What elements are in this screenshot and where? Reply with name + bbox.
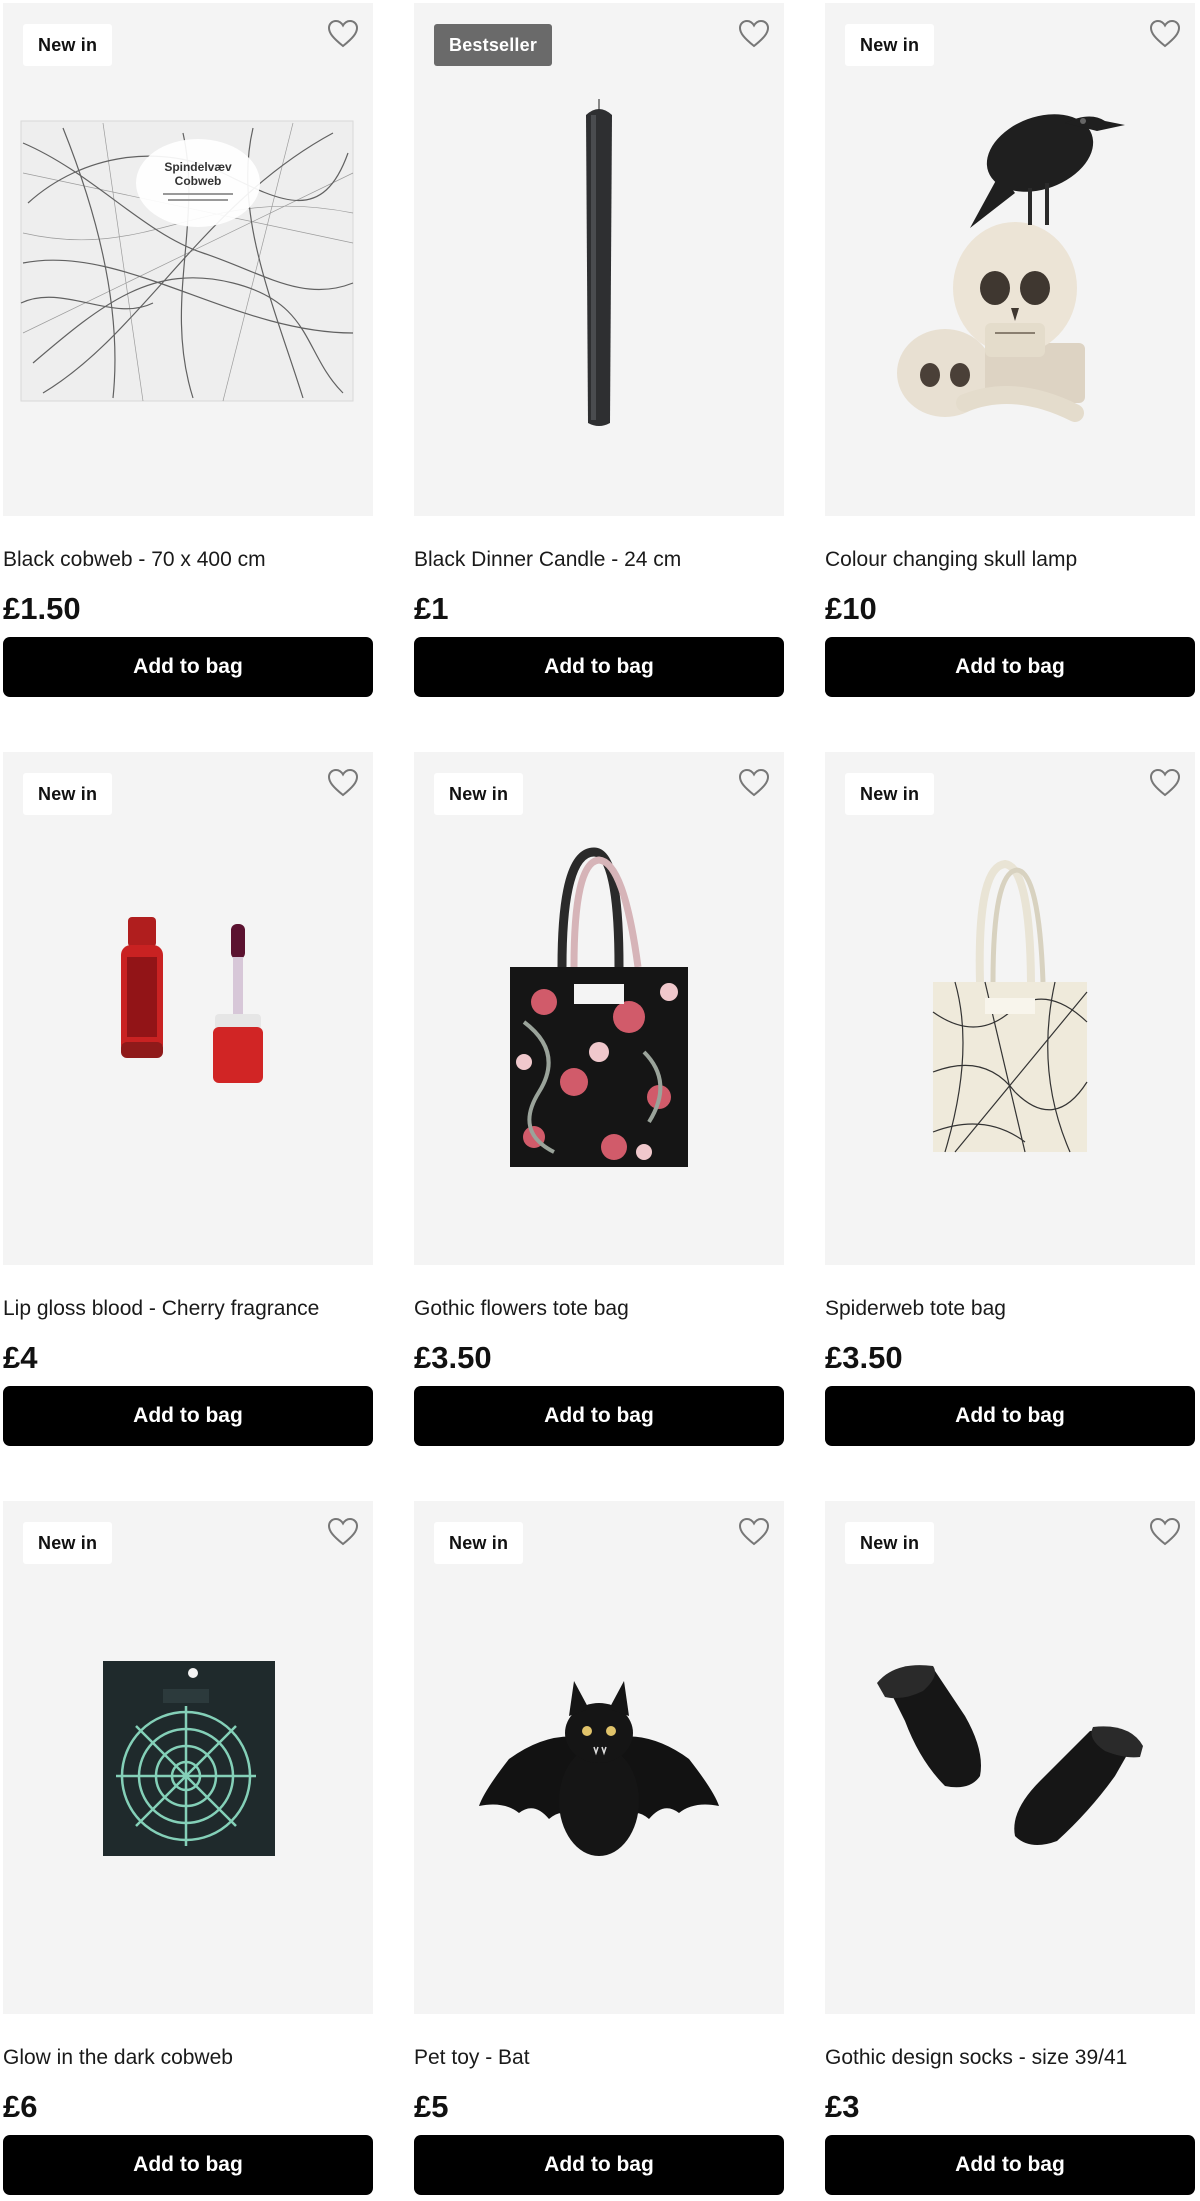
product-card[interactable]: New in Gothic flowers tote bag £3.50 Add… <box>414 752 784 1452</box>
lip-gloss-image <box>121 917 263 1083</box>
product-title[interactable]: Black cobweb - 70 x 400 cm <box>3 548 373 572</box>
heart-icon[interactable] <box>738 768 770 798</box>
add-to-bag-button[interactable]: Add to bag <box>3 2135 373 2195</box>
product-image-area[interactable]: New in <box>414 1501 784 2014</box>
product-price: £3 <box>825 2089 860 2124</box>
product-image-area[interactable]: New in <box>825 3 1195 516</box>
add-to-bag-button[interactable]: Add to bag <box>825 1386 1195 1446</box>
product-price: £10 <box>825 591 877 626</box>
add-to-bag-button[interactable]: Add to bag <box>414 637 784 697</box>
product-card[interactable]: New in Pet toy - Bat £5 Add to bag <box>414 1501 784 2201</box>
new-in-badge: New in <box>23 773 113 815</box>
product-price: £4 <box>3 1340 38 1375</box>
candle-image <box>586 99 612 426</box>
skull-lamp-image <box>897 114 1125 422</box>
heart-icon[interactable] <box>738 19 770 49</box>
product-title[interactable]: Pet toy - Bat <box>414 2046 784 2070</box>
product-card[interactable]: Bestseller Black Dinner Candle - 24 cm £… <box>414 3 784 703</box>
new-in-badge: New in <box>845 24 935 66</box>
product-price: £5 <box>414 2089 449 2124</box>
product-card[interactable]: New in Lip gloss blood - Cherry fragranc… <box>3 752 373 1452</box>
heart-icon[interactable] <box>738 1517 770 1547</box>
heart-icon[interactable] <box>1149 19 1181 49</box>
product-price: £3.50 <box>414 1340 492 1375</box>
product-image-area[interactable]: New in <box>825 752 1195 1265</box>
heart-icon[interactable] <box>1149 1517 1181 1547</box>
add-to-bag-button[interactable]: Add to bag <box>825 637 1195 697</box>
product-title[interactable]: Lip gloss blood - Cherry fragrance <box>3 1297 373 1321</box>
new-in-badge: New in <box>434 1522 524 1564</box>
glow-cobweb-image <box>103 1661 275 1856</box>
svg-text:Spindelvæv: Spindelvæv <box>164 160 232 174</box>
heart-icon[interactable] <box>327 1517 359 1547</box>
product-card[interactable]: New in Gothic design socks - size 39/41 … <box>825 1501 1195 2201</box>
product-card[interactable]: New in Glow in the dark cobweb £6 Add to… <box>3 1501 373 2201</box>
product-image-area[interactable]: New in <box>414 752 784 1265</box>
new-in-badge: New in <box>23 1522 113 1564</box>
add-to-bag-button[interactable]: Add to bag <box>825 2135 1195 2195</box>
heart-icon[interactable] <box>327 19 359 49</box>
product-image-area[interactable]: Spindelvæv Cobweb New in <box>3 3 373 516</box>
product-card[interactable]: New in Spiderweb tote bag £3.50 Add to b… <box>825 752 1195 1452</box>
product-card[interactable]: New in Colour changing skull lamp £10 Ad… <box>825 3 1195 703</box>
product-price: £3.50 <box>825 1340 903 1375</box>
heart-icon[interactable] <box>327 768 359 798</box>
bestseller-badge: Bestseller <box>434 24 553 66</box>
product-price: £1.50 <box>3 591 81 626</box>
product-image-area[interactable]: New in <box>825 1501 1195 2014</box>
product-title[interactable]: Glow in the dark cobweb <box>3 2046 373 2070</box>
product-title[interactable]: Spiderweb tote bag <box>825 1297 1195 1321</box>
product-image-area[interactable]: Bestseller <box>414 3 784 516</box>
product-price: £1 <box>414 591 449 626</box>
new-in-badge: New in <box>845 773 935 815</box>
heart-icon[interactable] <box>1149 768 1181 798</box>
tote-flowers-image <box>510 847 688 1167</box>
product-image-area[interactable]: New in <box>3 752 373 1265</box>
product-title[interactable]: Black Dinner Candle - 24 cm <box>414 548 784 572</box>
add-to-bag-button[interactable]: Add to bag <box>414 2135 784 2195</box>
svg-text:Cobweb: Cobweb <box>175 174 222 188</box>
product-title[interactable]: Colour changing skull lamp <box>825 548 1195 572</box>
product-card[interactable]: Spindelvæv Cobweb New in Black cobweb - … <box>3 3 373 703</box>
product-title[interactable]: Gothic design socks - size 39/41 <box>825 2046 1195 2070</box>
product-title[interactable]: Gothic flowers tote bag <box>414 1297 784 1321</box>
new-in-badge: New in <box>845 1522 935 1564</box>
product-image-area[interactable]: New in <box>3 1501 373 2014</box>
socks-image <box>877 1665 1143 1845</box>
add-to-bag-button[interactable]: Add to bag <box>414 1386 784 1446</box>
new-in-badge: New in <box>23 24 113 66</box>
product-price: £6 <box>3 2089 38 2124</box>
cobweb-pack-image: Spindelvæv Cobweb <box>20 120 354 402</box>
new-in-badge: New in <box>434 773 524 815</box>
tote-spiderweb-image <box>932 859 1088 1153</box>
add-to-bag-button[interactable]: Add to bag <box>3 637 373 697</box>
product-grid: Spindelvæv Cobweb New in Black cobweb - … <box>3 3 1195 2201</box>
bat-toy-image <box>479 1681 719 1856</box>
add-to-bag-button[interactable]: Add to bag <box>3 1386 373 1446</box>
